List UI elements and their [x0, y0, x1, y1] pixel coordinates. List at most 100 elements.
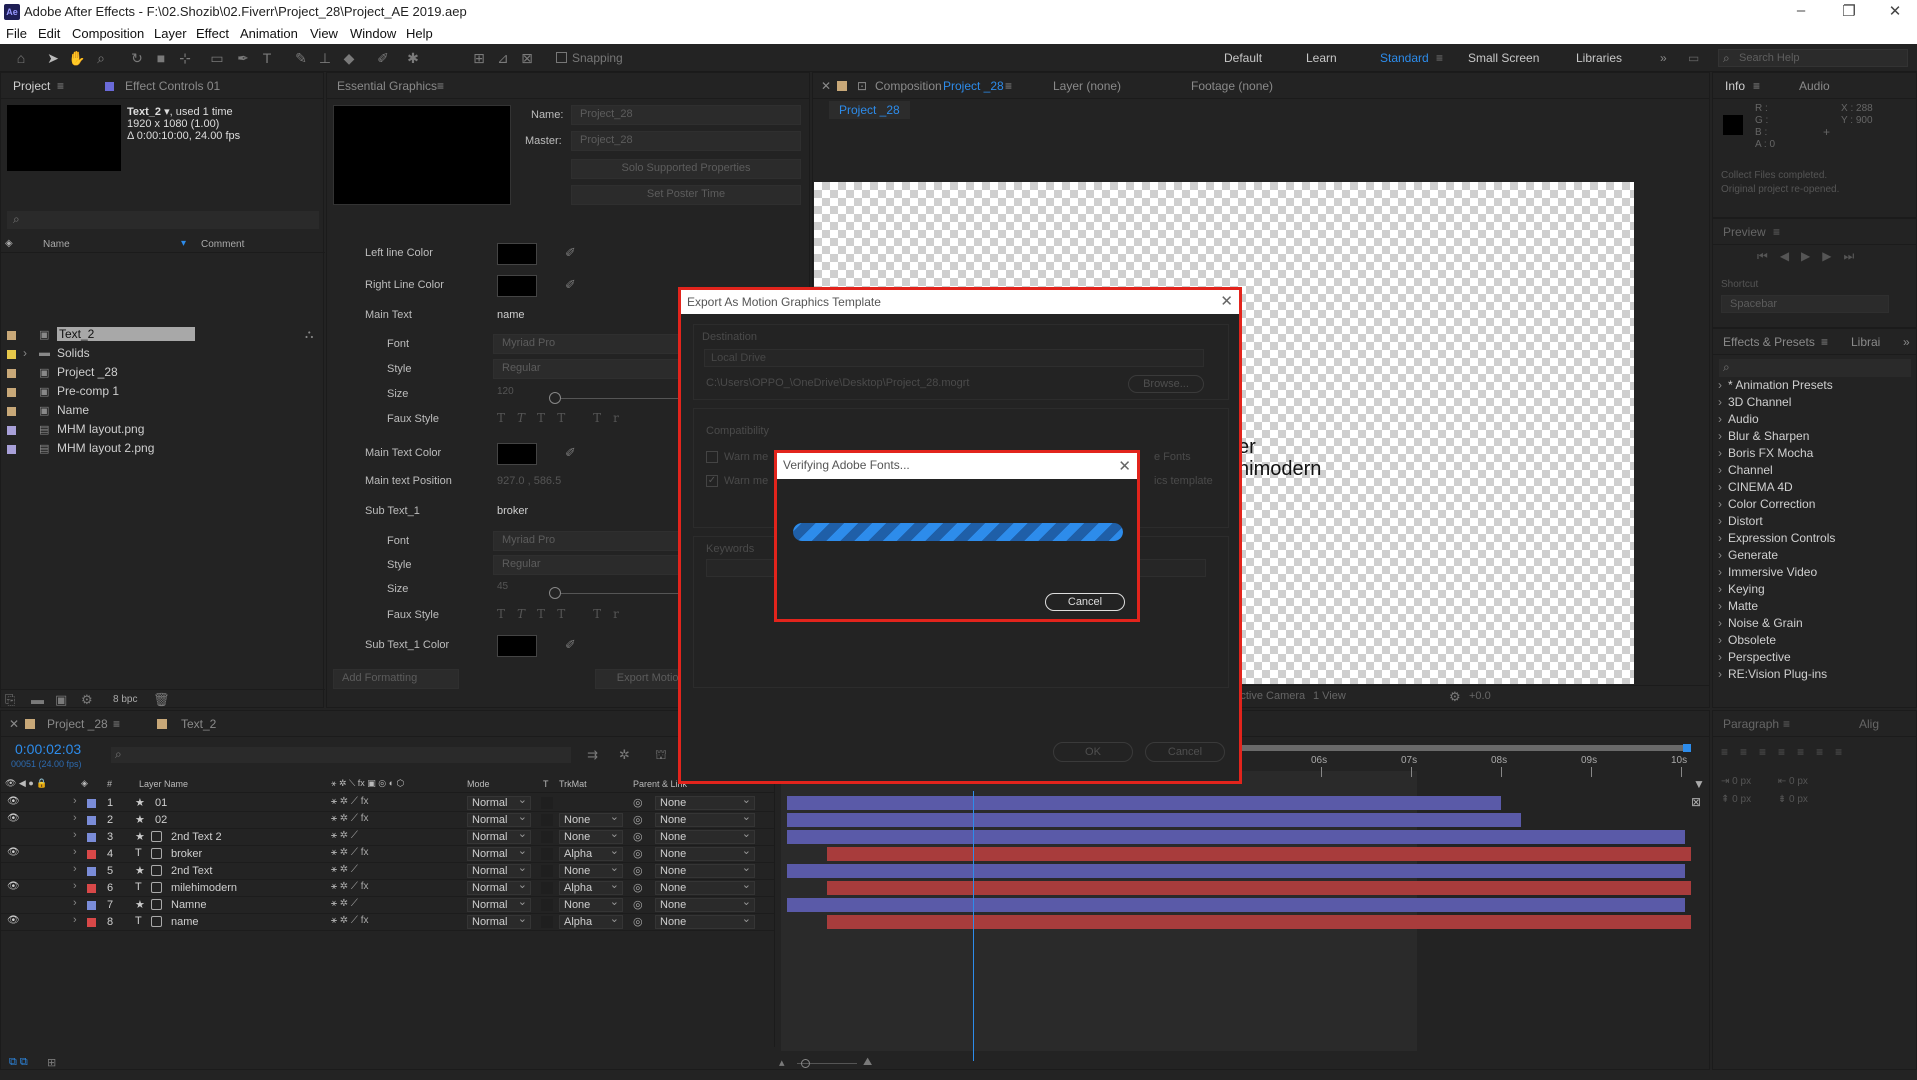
space-before-value[interactable]: 0 px [1732, 794, 1751, 805]
timeline-search-input[interactable]: ⌕ [111, 747, 571, 763]
zoom-in-icon[interactable]: ⛰ [863, 1056, 872, 1069]
preserve-transparency-toggle[interactable] [541, 831, 553, 843]
interpret-footage-icon[interactable]: ⎘ [5, 692, 15, 708]
layer-switches-icons[interactable]: ⚹ ✲ ⟋ fx [331, 847, 369, 858]
transfer-controls-toggle-icon[interactable]: ⊞ [47, 1056, 56, 1069]
track-matte-dropdown[interactable]: None [559, 862, 623, 878]
project-item[interactable]: ▣ Text_2 ⛬ [1, 326, 325, 345]
layer-duration-bar[interactable] [787, 864, 1685, 878]
project-item[interactable]: ▣ Name [1, 402, 325, 421]
label-swatch[interactable] [7, 407, 16, 416]
tab-essential-graphics[interactable]: Essential Graphics [337, 79, 437, 93]
blend-mode-dropdown[interactable]: Normal [467, 828, 531, 844]
blend-mode-dropdown[interactable]: Normal [467, 794, 531, 810]
align-left-icon[interactable]: ≡ [1721, 745, 1740, 759]
tab-effects-presets[interactable]: Effects & Presets [1723, 335, 1815, 349]
column-name[interactable]: Name [43, 239, 70, 250]
effects-search-input[interactable]: ⌕ [1719, 359, 1911, 377]
menu-composition[interactable]: Composition [72, 26, 144, 41]
eyedropper-icon[interactable]: ✐ [565, 445, 576, 461]
blend-mode-dropdown[interactable]: Normal [467, 811, 531, 827]
project-item[interactable]: ▤ MHM layout.png [1, 421, 325, 440]
justify-last-center-icon[interactable]: ≡ [1797, 745, 1816, 759]
column-trkmat[interactable]: TrkMat [559, 779, 587, 789]
paragraph-menu-icon[interactable]: ≡ [1783, 717, 1790, 731]
layer-label-swatch[interactable] [87, 833, 96, 842]
zoom-tool-icon[interactable]: ⌕ [92, 49, 110, 67]
home-icon[interactable]: ⌂ [12, 49, 30, 67]
track-matte-dropdown[interactable]: None [559, 896, 623, 912]
layer-name[interactable]: 2nd Text 2 [171, 831, 222, 843]
visibility-eye-icon[interactable]: 👁 [7, 915, 20, 926]
layer-switches-icons[interactable]: ⚹ ✲ ⟋ [331, 830, 358, 841]
layer-name[interactable]: 02 [155, 814, 167, 826]
eraser-tool-icon[interactable]: ◆ [340, 49, 358, 67]
layer-row[interactable]: 👁 › 4 Tbroker ⚹ ✲ ⟋ fx Normal Alpha ◎ None [1, 845, 774, 863]
local-axis-icon[interactable]: ⊞ [470, 49, 488, 67]
color-swatch[interactable] [497, 443, 537, 465]
destination-dropdown[interactable]: Local Drive [704, 349, 1204, 367]
cancel-button[interactable]: Cancel [1145, 742, 1225, 762]
work-area-end-handle[interactable] [1683, 744, 1691, 752]
eg-property-value[interactable]: 927.0 , 586.5 [497, 475, 561, 487]
layer-row[interactable]: 👁 › 8 Tname ⚹ ✲ ⟋ fx Normal Alpha ◎ None [1, 913, 774, 931]
faux-style-buttons[interactable]: TTTT Tr [497, 607, 631, 621]
layer-name[interactable]: Namne [171, 899, 206, 911]
eg-property-dropdown[interactable]: Regular [493, 555, 683, 575]
eg-menu-icon[interactable]: ≡ [437, 79, 444, 93]
search-help-field[interactable]: ⌕ Search Help [1718, 49, 1908, 67]
track-matte-dropdown[interactable]: Alpha [559, 879, 623, 895]
zoom-slider-thumb[interactable] [801, 1059, 810, 1068]
parent-dropdown[interactable]: None [655, 811, 755, 827]
preview-menu-icon[interactable]: ≡ [1773, 225, 1780, 239]
effect-category[interactable]: Matte [1718, 599, 1758, 613]
pickwhip-icon[interactable]: ◎ [633, 847, 643, 860]
align-center-icon[interactable]: ≡ [1740, 745, 1759, 759]
snapping-checkbox[interactable] [556, 52, 567, 63]
current-timecode[interactable]: 0:00:02:03 [15, 741, 81, 757]
color-swatch[interactable] [497, 243, 537, 265]
column-mode[interactable]: Mode [467, 779, 490, 789]
tab-timeline-project28[interactable]: Project _28 [47, 717, 108, 731]
tab-composition[interactable]: Composition [875, 79, 942, 93]
continuous-raster-icon[interactable] [151, 831, 162, 842]
chevron-right-icon[interactable]: › [23, 346, 27, 360]
pickwhip-icon[interactable]: ◎ [633, 898, 643, 911]
blend-mode-dropdown[interactable]: Normal [467, 896, 531, 912]
preserve-transparency-toggle[interactable] [541, 882, 553, 894]
continuous-raster-icon[interactable] [151, 899, 162, 910]
continuous-raster-icon[interactable] [151, 916, 162, 927]
layer-name[interactable]: name [171, 916, 199, 928]
add-formatting-dropdown[interactable]: Add Formatting [333, 669, 459, 689]
effect-category[interactable]: Obsolete [1718, 633, 1776, 647]
tab-effect-controls[interactable]: Effect Controls 01 [125, 79, 220, 93]
workspace-libraries[interactable]: Libraries [1576, 51, 1622, 65]
tab-libraries[interactable]: Librai [1851, 335, 1880, 349]
layer-name[interactable]: 2nd Text [171, 865, 212, 877]
minimize-icon[interactable]: – [1786, 2, 1816, 19]
visibility-eye-icon[interactable]: 👁 [7, 881, 20, 892]
work-area-bar[interactable] [1237, 745, 1689, 751]
eg-property-dropdown[interactable]: Regular [493, 359, 683, 379]
pickwhip-icon[interactable]: ◎ [633, 915, 643, 928]
last-frame-icon[interactable]: ⏭ [1844, 249, 1867, 263]
shortcut-dropdown[interactable]: Spacebar [1721, 295, 1889, 313]
eyedropper-icon[interactable]: ✐ [565, 637, 576, 653]
layer-switches-icons[interactable]: ⚹ ✲ ⟋ fx [331, 813, 369, 824]
comp-marker-bin-icon[interactable]: ▼ [1693, 777, 1705, 791]
parent-dropdown[interactable]: None [655, 845, 755, 861]
effects-menu-icon[interactable]: ≡ [1821, 335, 1828, 349]
preserve-transparency-toggle[interactable] [541, 848, 553, 860]
layer-row[interactable]: › 5 ★ 2nd Text ⚹ ✲ ⟋ Normal None ◎ None [1, 862, 774, 880]
effect-category[interactable]: Noise & Grain [1718, 616, 1803, 630]
tab-project[interactable]: Project [13, 79, 50, 93]
rotate-tool-icon[interactable]: ↻ [128, 49, 146, 67]
color-swatch[interactable] [497, 635, 537, 657]
timeline-menu-icon[interactable]: ≡ [113, 717, 120, 731]
indent-right-value[interactable]: 0 px [1789, 776, 1808, 787]
effect-category[interactable]: Perspective [1718, 650, 1791, 664]
info-menu-icon[interactable]: ≡ [1753, 79, 1760, 93]
align-right-icon[interactable]: ≡ [1759, 745, 1778, 759]
play-icon[interactable]: ▶ [1801, 249, 1822, 263]
effect-category[interactable]: Channel [1718, 463, 1773, 477]
